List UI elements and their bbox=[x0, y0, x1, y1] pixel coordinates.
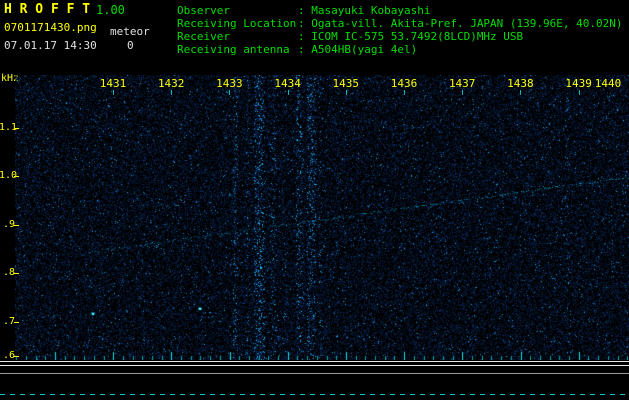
app-title: H R O F F T bbox=[4, 2, 91, 17]
signal-trace bbox=[0, 394, 629, 395]
info-value: A504HB(yagi 4el) bbox=[311, 43, 418, 56]
info-label: Receiver bbox=[177, 30, 230, 43]
output-filename: 0701171430.png bbox=[4, 21, 97, 34]
info-value: Masayuki Kobayashi bbox=[311, 4, 431, 17]
info-colon: : bbox=[298, 4, 312, 17]
app-version: 1.00 bbox=[96, 3, 125, 17]
info-line: Receiver: ICOM IC-575 53.7492(8LCD)MHz U… bbox=[177, 30, 623, 43]
info-label: Receiving Location bbox=[177, 17, 297, 30]
meteor-count: 0 bbox=[127, 39, 134, 52]
datetime: 07.01.17 14:30 bbox=[4, 39, 97, 52]
spectrogram bbox=[15, 75, 629, 360]
info-colon: : bbox=[298, 30, 312, 43]
level-ref-line-2 bbox=[0, 365, 629, 366]
mode-label: meteor bbox=[110, 25, 150, 38]
y-tick-label: .9 bbox=[2, 219, 15, 230]
info-label: Receiving antenna bbox=[177, 43, 290, 56]
y-tick-label: .7 bbox=[2, 316, 15, 327]
y-tick-label: 1.1 bbox=[0, 122, 18, 133]
level-ref-line-3 bbox=[0, 373, 629, 374]
info-label: Observer bbox=[177, 4, 230, 17]
info-line: Receiving antenna: A504HB(yagi 4el) bbox=[177, 43, 623, 56]
info-panel: Observer: Masayuki Kobayashi Receiving Lo… bbox=[177, 4, 623, 56]
level-ref-line-1 bbox=[0, 361, 629, 362]
y-tick-label: .6 bbox=[2, 350, 15, 361]
y-tick-label: 1.0 bbox=[0, 170, 18, 181]
info-line: Receiving Location: Ogata-vill. Akita-Pr… bbox=[177, 17, 623, 30]
info-value: Ogata-vill. Akita-Pref. JAPAN (139.96E, … bbox=[311, 17, 623, 30]
info-line: Observer: Masayuki Kobayashi bbox=[177, 4, 623, 17]
y-tick-label: .8 bbox=[2, 267, 15, 278]
hrofft-screen: H R O F F T 1.00 0701171430.png meteor 0… bbox=[0, 0, 629, 400]
info-value: ICOM IC-575 53.7492(8LCD)MHz USB bbox=[311, 30, 524, 43]
info-colon: : bbox=[298, 43, 312, 56]
info-colon: : bbox=[298, 17, 312, 30]
